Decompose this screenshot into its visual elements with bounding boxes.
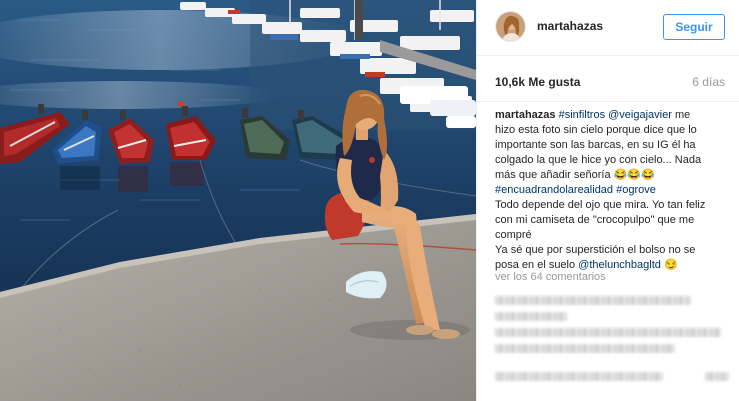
caption-text: importante son las barcas, en su IG él h… [495,139,696,151]
caption-line: martahazas #sinfiltros @veigajavier me [495,108,727,123]
caption-text: Todo depende del ojo que mira. Yo tan fe… [495,199,706,211]
caption-line: importante son las barcas, en su IG él h… [495,138,727,153]
blurred-comment [705,372,729,381]
view-comments-link[interactable]: ver los 64 comentarios [495,271,606,283]
blurred-comment [495,372,663,381]
caption-line: compré [495,228,727,243]
blurred-comment [495,328,721,337]
caption-line: #encuadrandolarealidad #ogrove [495,183,727,198]
post-stats: 10,6k Me gusta 6 días [477,56,739,102]
caption-hashtag[interactable]: #ogrove [616,184,656,196]
caption-line: con mi camiseta de "crocopulpo" que me [495,213,727,228]
caption-line: hizo esta foto sin cielo porque dice que… [495,123,727,138]
blurred-comment [495,296,691,305]
post-side-panel: martahazas Seguir 10,6k Me gusta 6 días … [476,0,739,401]
blurred-comment [495,344,675,353]
post-username[interactable]: martahazas [537,19,603,33]
caption-text: con mi camiseta de "crocopulpo" que me [495,214,695,226]
caption-mention[interactable]: @thelunchbagltd [578,259,661,271]
post-photo[interactable] [0,0,476,401]
post-caption: martahazas #sinfiltros @veigajavier me hi… [495,108,727,273]
caption-text: me [671,109,691,121]
likes-count[interactable]: 10,6k Me gusta [495,75,580,89]
profile-photo-icon [496,12,525,41]
caption-line: Todo depende del ojo que mira. Yo tan fe… [495,198,727,213]
post-header: martahazas Seguir [477,0,739,56]
photo-image [0,0,476,401]
caption-hashtag[interactable]: #encuadrandolarealidad [495,184,613,196]
caption-hashtag[interactable]: #sinfiltros [559,109,605,121]
blurred-comment [495,312,567,321]
caption-text: compré [495,229,532,241]
caption-line: Ya sé que por superstición el bolso no s… [495,243,727,258]
caption-text: posa en el suelo [495,259,579,271]
caption-username[interactable]: martahazas [495,109,556,121]
avatar[interactable] [495,11,526,42]
follow-button[interactable]: Seguir [663,14,725,40]
caption-line: colgado la que le hice yo con cielo... N… [495,153,727,168]
caption-line: más que añadir señoría 😂😂😂 [495,168,727,183]
caption-text: 😏 [660,259,678,271]
caption-text: hizo esta foto sin cielo porque dice que… [495,124,697,136]
caption-text: Ya sé que por superstición el bolso no s… [495,244,696,256]
caption-mention[interactable]: @veigajavier [608,109,672,121]
caption-text: colgado la que le hice yo con cielo... N… [495,154,702,166]
post-time[interactable]: 6 días [692,75,725,89]
caption-text: más que añadir señoría 😂😂😂 [495,169,655,181]
